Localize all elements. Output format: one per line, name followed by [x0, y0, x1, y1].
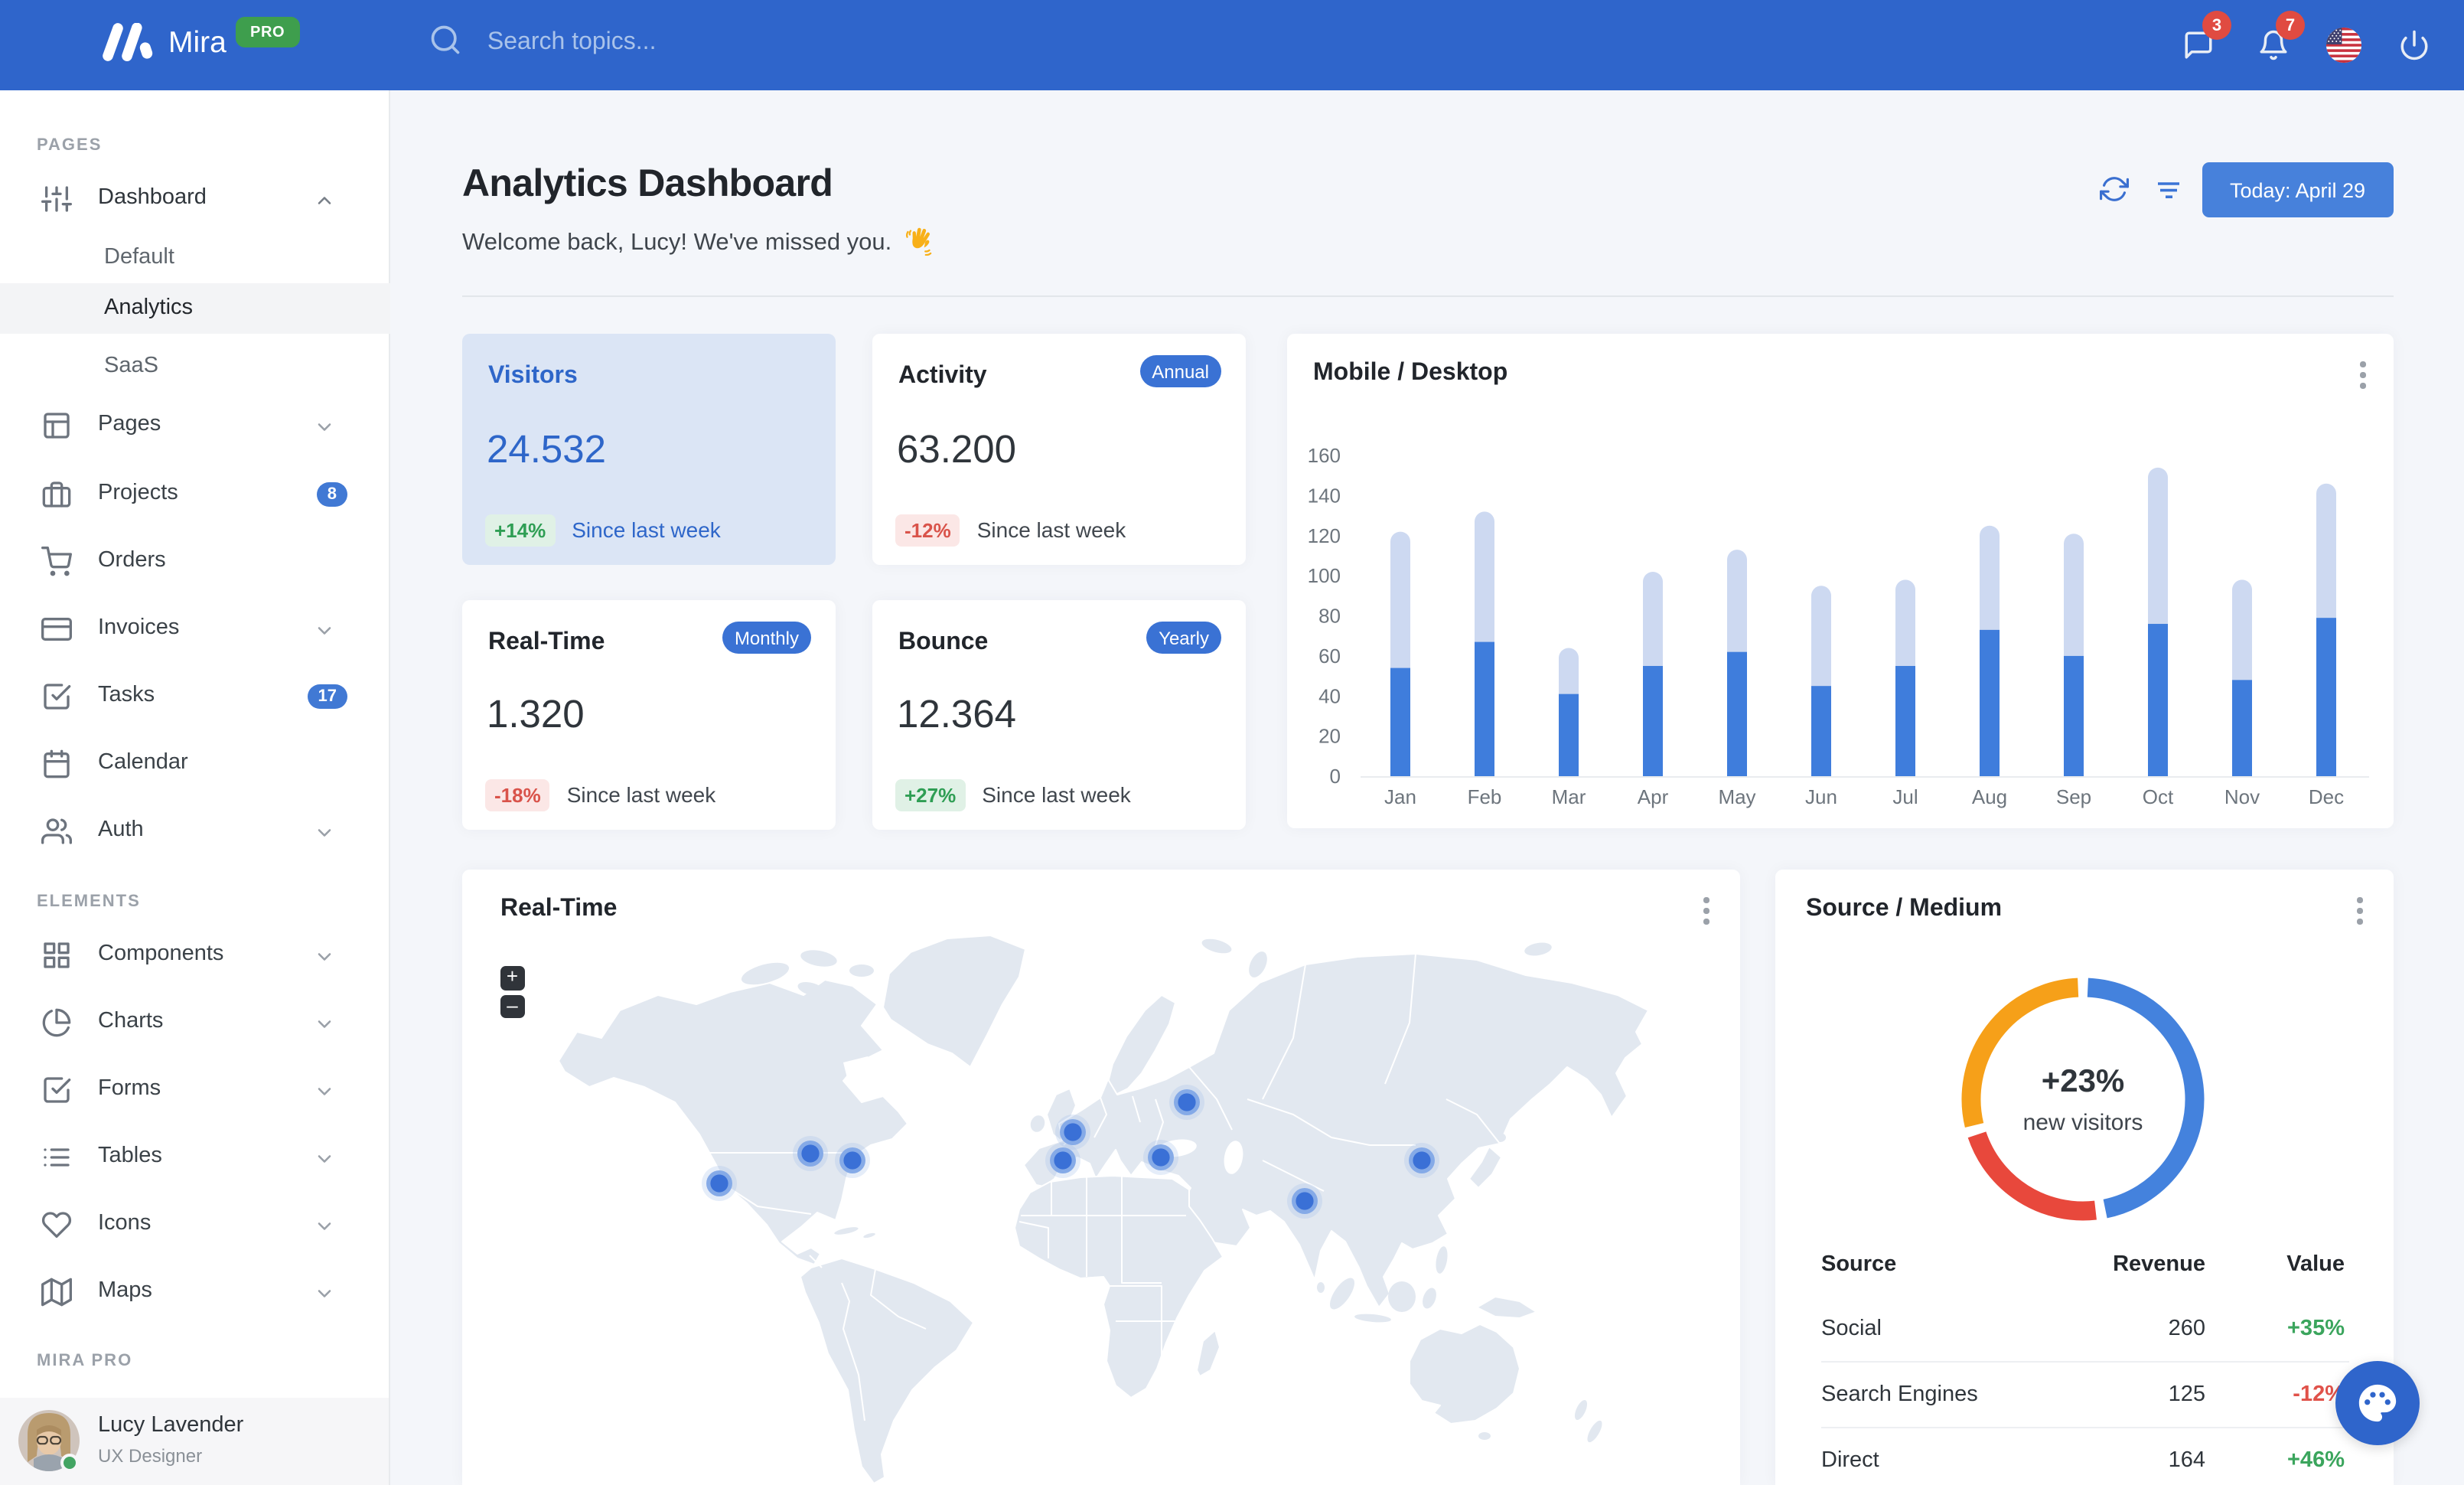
svg-text:140: 140: [1308, 484, 1341, 507]
svg-text:160: 160: [1308, 444, 1341, 467]
svg-text:100: 100: [1308, 564, 1341, 587]
svg-text:120: 120: [1308, 524, 1341, 547]
svg-text:Mar: Mar: [1552, 785, 1586, 808]
svg-text:Nov: Nov: [2224, 785, 2260, 808]
svg-text:Jul: Jul: [1892, 785, 1918, 808]
svg-text:May: May: [1718, 785, 1755, 808]
svg-text:Jan: Jan: [1384, 785, 1416, 808]
svg-text:0: 0: [1330, 765, 1341, 788]
svg-text:Aug: Aug: [1972, 785, 2007, 808]
svg-text:60: 60: [1318, 645, 1341, 667]
svg-text:Dec: Dec: [2309, 785, 2344, 808]
svg-text:40: 40: [1318, 684, 1341, 707]
svg-text:Feb: Feb: [1468, 785, 1502, 808]
svg-text:Jun: Jun: [1805, 785, 1837, 808]
svg-text:Sep: Sep: [2056, 785, 2091, 808]
svg-text:Oct: Oct: [2143, 785, 2174, 808]
svg-text:Apr: Apr: [1638, 785, 1669, 808]
svg-text:80: 80: [1318, 605, 1341, 628]
svg-text:20: 20: [1318, 725, 1341, 748]
